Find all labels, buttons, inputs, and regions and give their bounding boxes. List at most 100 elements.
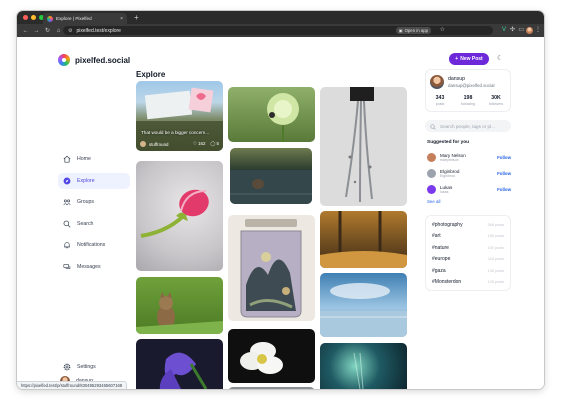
stat-posts[interactable]: 343 posts xyxy=(426,95,454,106)
water-faucet-photo xyxy=(345,87,374,203)
sidebar-item-label: Search xyxy=(77,220,94,227)
trending-item[interactable]: #photography 368 posts xyxy=(432,220,504,229)
browser-profile-avatar[interactable] xyxy=(526,27,533,34)
list-item: Elginbrod Elginbrod Follow xyxy=(427,167,511,180)
purple-iris-photo xyxy=(159,352,208,389)
hashtag-count: 156 posts xyxy=(487,234,504,238)
otter-in-water-photo xyxy=(230,170,312,204)
settings-link[interactable]: Settings xyxy=(63,358,96,376)
follow-button[interactable]: Follow xyxy=(497,155,511,160)
reload-icon[interactable]: ↻ xyxy=(42,27,53,34)
see-all-link[interactable]: See all xyxy=(427,199,440,204)
avatar[interactable] xyxy=(427,185,436,195)
address-url: pixelfed.test/explore xyxy=(76,27,121,34)
browser-toolbar: ← → ↻ ⌂ ⚙ pixelfed.test/explore ▣ Open i… xyxy=(17,24,544,37)
like-count[interactable]: ♡ 162 xyxy=(193,141,206,147)
sidebar-item-notifications[interactable]: Notifications xyxy=(58,237,130,253)
sidebar-item-groups[interactable]: Groups xyxy=(58,194,130,210)
explore-post[interactable] xyxy=(136,161,223,271)
list-item: Mary Nelson marynelson Follow xyxy=(427,151,511,164)
stat-label: posts xyxy=(435,102,445,106)
sidebar-item-search[interactable]: Search xyxy=(58,216,130,232)
follow-button[interactable]: Follow xyxy=(497,171,511,176)
suggestion-info: Lukas lukas xyxy=(440,185,497,194)
profile-name[interactable]: dansup xyxy=(448,76,465,82)
suggestions-title: Suggested for you xyxy=(427,140,470,145)
forward-arrow-icon[interactable]: → xyxy=(31,28,42,34)
page-title: Explore xyxy=(136,70,166,79)
search-box[interactable] xyxy=(425,120,511,132)
explore-post[interactable] xyxy=(136,339,223,389)
trending-hashtags-card: #photography 368 posts #art 156 posts #n… xyxy=(425,215,511,291)
avatar[interactable] xyxy=(427,153,436,162)
search-input[interactable] xyxy=(440,123,510,129)
bookmark-star-icon[interactable]: ☆ xyxy=(440,26,445,35)
explore-post[interactable] xyxy=(228,387,315,389)
hashtag-count: 126 posts xyxy=(487,280,504,284)
dark-mode-toggle-icon[interactable]: ☾ xyxy=(497,53,503,65)
search-icon xyxy=(430,117,436,135)
post-author[interactable]: stuffround xyxy=(149,142,168,147)
brand-logo[interactable]: pixelfed.social xyxy=(58,54,130,66)
explore-post[interactable] xyxy=(320,343,407,389)
sidebar-item-explore[interactable]: Explore xyxy=(58,172,130,189)
close-window-button[interactable] xyxy=(23,15,28,20)
comment-count[interactable]: ◯ 5 xyxy=(210,141,219,147)
trending-item[interactable]: #gaza 136 posts xyxy=(432,266,504,275)
stat-value: 343 xyxy=(435,95,445,101)
hashtag: #art xyxy=(432,233,441,239)
new-tab-button[interactable]: + xyxy=(134,12,139,23)
explore-post[interactable] xyxy=(228,87,315,142)
explore-post[interactable] xyxy=(228,215,315,321)
explore-post[interactable] xyxy=(320,273,407,337)
window-controls xyxy=(23,15,44,20)
trending-item[interactable]: #Monsterdon 126 posts xyxy=(432,278,504,287)
vue-devtools-icon[interactable]: V xyxy=(502,27,506,34)
stat-followers[interactable]: 30K followers xyxy=(482,95,510,106)
explore-post[interactable] xyxy=(320,87,407,206)
avatar[interactable] xyxy=(427,169,436,179)
profile-stats: 343 posts 198 following 30K followers xyxy=(426,95,510,106)
kitten-in-grass-photo xyxy=(136,292,223,334)
side-panel-icon[interactable]: ▭ xyxy=(518,27,524,34)
suggestion-handle: lukas xyxy=(440,190,449,195)
site-info-icon[interactable]: ⚙ xyxy=(68,28,72,34)
back-arrow-icon[interactable]: ← xyxy=(20,28,31,34)
post-caption: That would be a bigger concern... xyxy=(141,130,210,135)
app-window-icon: ▣ xyxy=(398,28,403,33)
explore-post[interactable] xyxy=(136,277,223,334)
new-post-label: New Post xyxy=(460,56,483,62)
browser-window: Explore | Pixelfed × + ← → ↻ ⌂ ⚙ pixelfe… xyxy=(17,11,544,389)
plus-icon: + xyxy=(455,56,459,62)
compass-icon xyxy=(63,177,71,185)
minimize-window-button[interactable] xyxy=(31,15,36,20)
sidebar-item-messages[interactable]: Messages xyxy=(58,259,130,275)
explore-post-featured[interactable]: That would be a bigger concern... stuffr… xyxy=(136,81,223,151)
trending-item[interactable]: #art 156 posts xyxy=(432,232,504,241)
flower-bud-photo xyxy=(140,189,209,238)
sidebar-nav: Home Explore Groups Search Notifications… xyxy=(58,151,130,281)
sidebar-item-label: Messages xyxy=(77,263,101,270)
new-post-button[interactable]: + New Post xyxy=(449,53,489,65)
suggestions-list: Mary Nelson marynelson Follow Elginbrod … xyxy=(427,151,511,200)
tab-close-icon[interactable]: × xyxy=(120,16,123,22)
hashtag: #photography xyxy=(432,221,463,228)
avatar[interactable] xyxy=(430,75,444,89)
follow-button[interactable]: Follow xyxy=(497,187,511,192)
sidebar-item-home[interactable]: Home xyxy=(58,151,130,167)
stat-following[interactable]: 198 following xyxy=(454,95,482,106)
trending-item[interactable]: #europe 118 posts xyxy=(432,255,504,264)
browser-tab[interactable]: Explore | Pixelfed × xyxy=(43,13,127,24)
hashtag: #gaza xyxy=(432,267,446,274)
explore-post[interactable] xyxy=(228,329,315,383)
more-menu-icon[interactable]: ⋮ xyxy=(535,27,541,34)
extension-puzzle-icon[interactable]: ✣ xyxy=(510,27,515,34)
comment-count-value: 5 xyxy=(216,141,219,146)
address-bar[interactable]: ⚙ pixelfed.test/explore ▣ Open in app ☆ xyxy=(63,26,493,35)
trending-item[interactable]: #nature 100 posts xyxy=(432,243,504,252)
open-in-app-button[interactable]: ▣ Open in app xyxy=(395,27,431,34)
suggestion-info: Mary Nelson marynelson xyxy=(440,153,497,162)
home-icon xyxy=(63,155,71,163)
explore-post[interactable] xyxy=(230,148,312,204)
explore-post[interactable] xyxy=(320,211,407,268)
